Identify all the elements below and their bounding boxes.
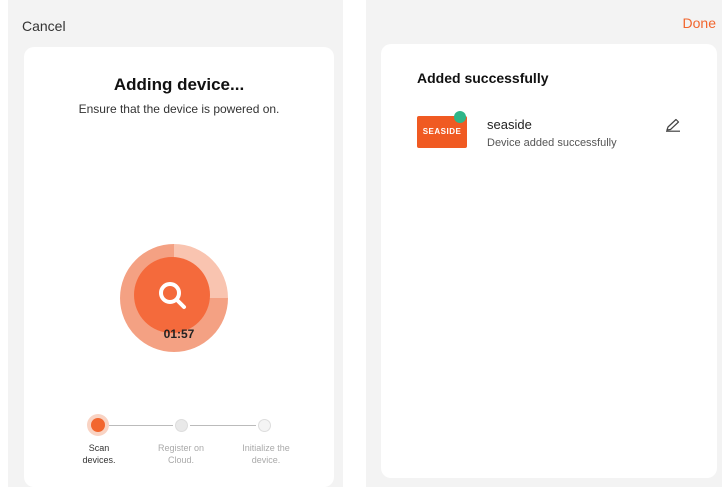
online-status-dot	[454, 111, 466, 123]
screen-gap	[343, 0, 366, 487]
step-label-line: device.	[251, 455, 281, 465]
search-icon	[159, 282, 186, 309]
step-label-scan: Scan devices.	[64, 442, 134, 466]
step-indicator-active	[91, 418, 105, 432]
step-label-register: Register on Cloud.	[146, 442, 216, 466]
step-label-line: Cloud.	[167, 455, 194, 465]
left-screen: Cancel Adding device... Ensure that the …	[8, 0, 343, 487]
page-subtitle: Ensure that the device is powered on.	[78, 102, 280, 116]
step-indicator	[258, 419, 271, 432]
device-name: seaside	[487, 117, 532, 132]
adding-device-card: Adding device... Ensure that the device …	[24, 47, 334, 487]
step-connector	[109, 425, 173, 426]
step-label-initialize: Initialize the device.	[231, 442, 301, 466]
done-button[interactable]: Done	[683, 15, 716, 31]
page-title: Adding device...	[113, 75, 245, 94]
added-device-card: Added successfully SEASIDE seaside Devic…	[381, 44, 717, 478]
device-status: Device added successfully	[487, 137, 617, 149]
countdown-timer: 01:57	[163, 327, 195, 341]
step-indicator	[175, 419, 188, 432]
step-label-line: Scan	[88, 443, 110, 453]
step-connector	[190, 425, 256, 426]
device-logo-text: SEASIDE	[422, 127, 462, 136]
step-label-line: Initialize the	[242, 443, 290, 453]
cancel-button[interactable]: Cancel	[22, 18, 66, 34]
success-title: Added successfully	[417, 70, 549, 86]
edit-icon[interactable]	[665, 118, 681, 132]
step-label-line: Register on	[157, 443, 205, 453]
scan-button	[134, 257, 210, 333]
step-label-line: devices.	[82, 455, 116, 465]
right-screen: Done Added successfully SEASIDE seaside …	[366, 0, 722, 487]
